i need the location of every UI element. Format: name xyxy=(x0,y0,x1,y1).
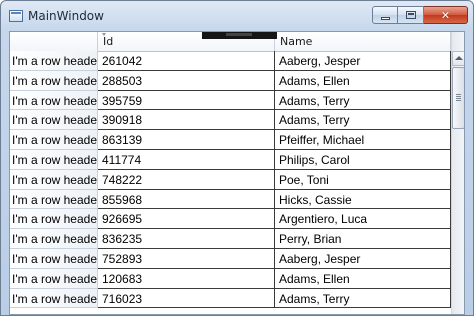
scroll-thumb[interactable] xyxy=(452,67,464,129)
row-header[interactable]: I'm a row header! xyxy=(10,149,98,170)
cell-id[interactable]: 926695 xyxy=(98,209,275,230)
window-title: MainWindow xyxy=(28,9,104,23)
table-row[interactable]: I'm a row header! 863139 Pfeiffer, Micha… xyxy=(10,130,451,150)
cell-name[interactable]: Perry, Brian xyxy=(275,229,451,249)
window-icon[interactable] xyxy=(9,10,23,22)
row-header[interactable]: I'm a row header! xyxy=(10,248,98,269)
table-row[interactable]: I'm a row header! 261042 Aaberg, Jesper xyxy=(10,51,451,71)
row-header[interactable]: I'm a row header! xyxy=(10,189,98,210)
table-row[interactable]: I'm a row header! 836235 Perry, Brian xyxy=(10,229,451,249)
close-icon: ✕ xyxy=(440,8,451,22)
column-header-name[interactable]: Name xyxy=(275,32,451,51)
cell-name[interactable]: Aaberg, Jesper xyxy=(275,51,451,71)
row-header[interactable]: I'm a row header! xyxy=(10,90,98,111)
cell-name[interactable]: Pfeiffer, Michael xyxy=(275,130,451,150)
data-grid[interactable]: Id Name I'm a row header! 261042 Aaberg,… xyxy=(9,31,465,315)
cell-id[interactable]: 855968 xyxy=(98,189,275,210)
row-header[interactable]: I'm a row header! xyxy=(10,130,98,150)
table-row[interactable]: I'm a row header! 288503 Adams, Ellen xyxy=(10,70,451,91)
minimize-icon xyxy=(381,17,390,20)
cell-id[interactable]: 863139 xyxy=(98,130,275,150)
table-row[interactable]: I'm a row header! 855968 Hicks, Cassie xyxy=(10,189,451,210)
cell-id[interactable]: 261042 xyxy=(98,51,275,71)
cell-name[interactable]: Aaberg, Jesper xyxy=(275,248,451,269)
row-header[interactable]: I'm a row header! xyxy=(10,70,98,91)
table-row[interactable]: I'm a row header! 120683 Adams, Ellen xyxy=(10,268,451,289)
cell-name[interactable]: Adams, Terry xyxy=(275,110,451,131)
column-header-row: Id Name xyxy=(10,32,451,52)
cell-id[interactable]: 716023 xyxy=(98,288,275,309)
close-button[interactable]: ✕ xyxy=(424,6,468,24)
title-bar[interactable]: MainWindow ✕ xyxy=(1,1,473,31)
caption-buttons: ✕ xyxy=(372,6,468,24)
cell-id[interactable]: 752893 xyxy=(98,248,275,269)
cell-id[interactable]: 748222 xyxy=(98,169,275,190)
vertical-scrollbar[interactable] xyxy=(451,32,464,314)
grid-rows: I'm a row header! 261042 Aaberg, Jesper … xyxy=(10,51,451,309)
cell-name[interactable]: Poe, Toni xyxy=(275,169,451,190)
column-header-name-label: Name xyxy=(280,35,313,48)
minimize-button[interactable] xyxy=(372,6,398,24)
cell-name[interactable]: Argentiero, Luca xyxy=(275,209,451,230)
row-header[interactable]: I'm a row header! xyxy=(10,51,98,71)
table-row[interactable]: I'm a row header! 390918 Adams, Terry xyxy=(10,110,451,131)
row-header[interactable]: I'm a row header! xyxy=(10,229,98,249)
table-row[interactable]: I'm a row header! 411774 Philips, Carol xyxy=(10,149,451,170)
cell-id[interactable]: 411774 xyxy=(98,149,275,170)
table-row[interactable]: I'm a row header! 395759 Adams, Terry xyxy=(10,90,451,111)
cell-name[interactable]: Adams, Terry xyxy=(275,90,451,111)
row-header[interactable]: I'm a row header! xyxy=(10,169,98,190)
table-row[interactable]: I'm a row header! 748222 Poe, Toni xyxy=(10,169,451,190)
table-row[interactable]: I'm a row header! 716023 Adams, Terry xyxy=(10,288,451,309)
select-all-corner[interactable] xyxy=(10,32,98,51)
cell-name[interactable]: Hicks, Cassie xyxy=(275,189,451,210)
cell-id[interactable]: 120683 xyxy=(98,268,275,289)
row-header[interactable]: I'm a row header! xyxy=(10,268,98,289)
cell-id[interactable]: 390918 xyxy=(98,110,275,131)
table-row[interactable]: I'm a row header! 752893 Aaberg, Jesper xyxy=(10,248,451,269)
sort-glyph-icon xyxy=(102,33,106,36)
column-drag-indicator xyxy=(202,32,277,39)
scroll-up-button[interactable] xyxy=(452,51,464,66)
cell-name[interactable]: Adams, Ellen xyxy=(275,268,451,289)
cell-id[interactable]: 288503 xyxy=(98,70,275,91)
cell-name[interactable]: Adams, Terry xyxy=(275,288,451,309)
cell-name[interactable]: Adams, Ellen xyxy=(275,70,451,91)
main-window: MainWindow ✕ Id Name I'm a row header! 2… xyxy=(0,0,474,316)
cell-name[interactable]: Philips, Carol xyxy=(275,149,451,170)
maximize-button[interactable] xyxy=(398,6,424,24)
table-row[interactable]: I'm a row header! 926695 Argentiero, Luc… xyxy=(10,209,451,230)
maximize-icon xyxy=(406,11,416,19)
cell-id[interactable]: 836235 xyxy=(98,229,275,249)
row-header[interactable]: I'm a row header! xyxy=(10,110,98,131)
row-header[interactable]: I'm a row header! xyxy=(10,209,98,230)
row-header[interactable]: I'm a row header! xyxy=(10,288,98,309)
cell-id[interactable]: 395759 xyxy=(98,90,275,111)
